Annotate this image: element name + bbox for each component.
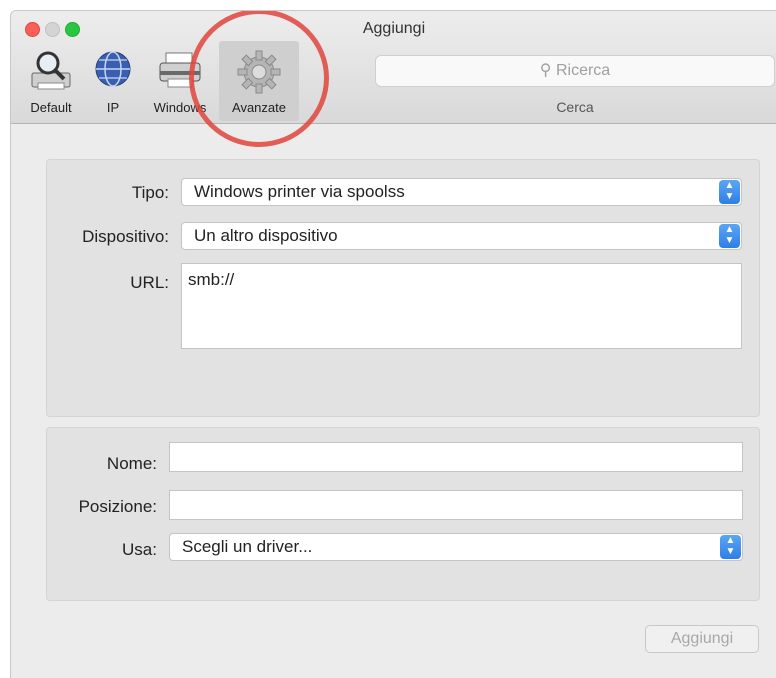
globe-icon xyxy=(95,51,131,87)
nome-label: Nome: xyxy=(106,454,157,473)
add-button[interactable]: Aggiungi xyxy=(645,625,759,653)
posizione-field[interactable] xyxy=(169,490,743,520)
tool-default-label: Default xyxy=(30,100,72,115)
tool-avanzate[interactable]: Avanzate xyxy=(219,41,299,121)
dispositivo-value: Un altro dispositivo xyxy=(194,226,338,245)
tool-avanzate-label: Avanzate xyxy=(232,100,286,115)
usa-popup[interactable]: Scegli un driver... ▲ ▼ xyxy=(169,533,743,561)
tool-default[interactable]: Default xyxy=(13,41,89,121)
url-value: smb:// xyxy=(188,270,235,289)
tool-ip[interactable]: IP xyxy=(89,41,137,121)
dispositivo-label: Dispositivo: xyxy=(82,227,169,246)
tool-windows-label: Windows xyxy=(153,100,207,115)
window-title: Aggiungi xyxy=(362,20,426,37)
chevron-updown-icon: ▲ ▼ xyxy=(719,224,740,248)
nome-field[interactable] xyxy=(169,442,743,472)
posizione-label: Posizione: xyxy=(78,497,157,516)
add-printer-window: Aggiungi Default IP Windows Avanzate ⚲ R… xyxy=(10,10,776,678)
usa-value: Scegli un driver... xyxy=(182,537,313,556)
tipo-popup[interactable]: Windows printer via spoolss ▲ ▼ xyxy=(181,178,742,206)
magnifier-printer-icon xyxy=(31,51,71,90)
usa-label: Usa: xyxy=(122,540,157,559)
url-label: URL: xyxy=(130,273,169,292)
tipo-label: Tipo: xyxy=(131,183,169,202)
chevron-updown-icon: ▲ ▼ xyxy=(720,535,741,559)
tool-ip-label: IP xyxy=(106,100,120,115)
search-label: Cerca xyxy=(556,99,594,115)
gear-icon xyxy=(237,50,281,94)
printer-icon xyxy=(159,52,201,88)
search-placeholder: Ricerca xyxy=(555,62,611,79)
dispositivo-popup[interactable]: Un altro dispositivo ▲ ▼ xyxy=(181,222,742,250)
search-field[interactable]: ⚲ Ricerca xyxy=(375,55,775,87)
chevron-updown-icon: ▲ ▼ xyxy=(719,180,740,204)
toolbar: Aggiungi Default IP Windows Avanzate ⚲ R… xyxy=(11,11,776,124)
search-icon: ⚲ xyxy=(539,62,552,79)
tool-windows[interactable]: Windows xyxy=(141,41,219,121)
url-field[interactable]: smb:// xyxy=(181,263,742,349)
tipo-value: Windows printer via spoolss xyxy=(194,182,405,201)
